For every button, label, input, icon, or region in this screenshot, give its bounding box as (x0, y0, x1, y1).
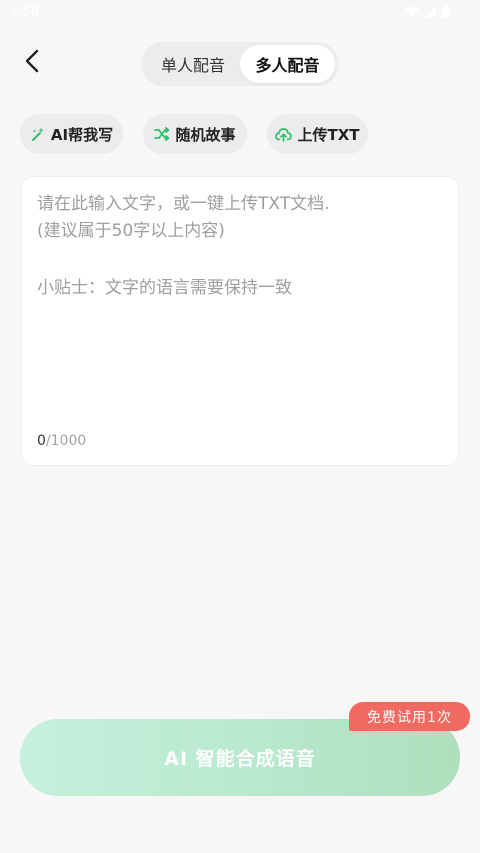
tab-single-voice[interactable]: 单人配音 (147, 45, 239, 83)
wifi-icon (405, 6, 419, 18)
signal-icon (425, 6, 436, 17)
character-counter: 0/1000 (37, 433, 86, 449)
text-input-area[interactable]: 请在此输入文字，或一键上传TXT文档. (建议属于50字以上内容) 小贴士：文字… (21, 176, 459, 466)
battery-icon (442, 5, 450, 18)
ai-write-button[interactable]: AI帮我写 (20, 114, 123, 154)
placeholder-line-2: (建议属于50字以上内容) (37, 221, 225, 241)
status-icons (405, 5, 450, 18)
magic-wand-icon (30, 126, 46, 142)
character-count: 0 (37, 433, 46, 449)
character-limit: /1000 (45, 433, 87, 449)
text-input-placeholder: 请在此输入文字，或一键上传TXT文档. (建议属于50字以上内容) (37, 191, 447, 245)
back-button[interactable] (16, 47, 48, 79)
shuffle-icon (154, 127, 170, 141)
placeholder-line-1: 请在此输入文字，或一键上传TXT文档. (37, 194, 330, 214)
status-time: 4:58 (10, 5, 40, 20)
random-story-label: 随机故事 (175, 125, 236, 144)
upload-txt-label: 上传TXT (297, 125, 360, 144)
cloud-upload-icon (275, 127, 293, 142)
tip-text: 小贴士：文字的语言需要保持一致 (37, 278, 292, 298)
free-trial-badge: 免费试用1次 (349, 702, 470, 731)
tab-multi-voice[interactable]: 多人配音 (240, 45, 335, 83)
upload-txt-button[interactable]: 上传TXT (267, 114, 368, 154)
status-bar: 4:58 (0, 0, 480, 26)
chevron-left-icon (24, 49, 40, 77)
ai-write-label: AI帮我写 (50, 125, 114, 144)
voice-mode-toggle: 单人配音 多人配音 (141, 42, 339, 86)
random-story-button[interactable]: 随机故事 (143, 114, 247, 154)
